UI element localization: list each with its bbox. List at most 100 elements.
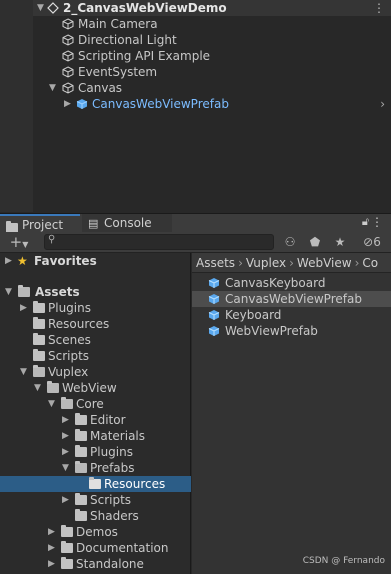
tree-item-documentation[interactable]: ▶ Documentation (0, 540, 191, 556)
expand-arrow-icon[interactable]: ▼ (5, 284, 12, 300)
hierarchy-item-directional-light[interactable]: Directional Light (33, 32, 391, 48)
gameobject-icon (62, 18, 74, 30)
tree-item-plugins[interactable]: ▶ Plugins (0, 300, 191, 316)
hierarchy-item-canvas[interactable]: ▼ Canvas (33, 80, 391, 96)
breadcrumb-item[interactable]: Assets (196, 256, 235, 270)
tree-item-resources-selected[interactable]: Resources (0, 476, 191, 492)
breadcrumb-item[interactable]: Vuplex (246, 256, 286, 270)
asset-item-canvaswebviewprefab[interactable]: CanvasWebViewPrefab (192, 291, 391, 307)
asset-item-keyboard[interactable]: Keyboard (192, 307, 391, 323)
folder-open-icon (33, 365, 45, 377)
gameobject-icon (62, 50, 74, 62)
chevron-right-icon[interactable]: › (380, 96, 385, 112)
collapse-arrow-icon[interactable]: ▶ (5, 253, 12, 269)
star-icon: ★ (17, 254, 28, 268)
scene-row[interactable]: ▼ 2_CanvasWebViewDemo ⋮ (33, 0, 391, 16)
folder-open-icon (61, 397, 73, 409)
tab-project[interactable]: Project (0, 214, 80, 233)
favorites-star-icon[interactable]: ★ (330, 234, 350, 250)
scene-name: 2_CanvasWebViewDemo (63, 1, 227, 15)
tree-favorites[interactable]: ▶ ★ Favorites (0, 253, 191, 269)
search-field[interactable]: ⚲ (44, 234, 274, 250)
hierarchy-item-main-camera[interactable]: Main Camera (33, 16, 391, 32)
chevron-down-icon: ▼ (22, 240, 29, 249)
unity-scene-icon (47, 2, 59, 14)
filter-by-label-icon[interactable]: ⬟ (305, 234, 325, 250)
collapse-arrow-icon[interactable]: ▶ (20, 300, 27, 316)
tree-item-prefabs[interactable]: ▼ Prefabs (0, 460, 191, 476)
tree-item-label: Prefabs (90, 461, 135, 475)
expand-arrow-icon[interactable]: ▼ (37, 0, 44, 16)
tree-item-resources[interactable]: Resources (0, 316, 191, 332)
tree-item-demos[interactable]: ▶ Demos (0, 524, 191, 540)
asset-item-label: CanvasKeyboard (225, 276, 326, 290)
folder-icon (89, 477, 101, 489)
collapse-arrow-icon[interactable]: ▶ (62, 412, 69, 428)
tree-item-label: Standalone (76, 557, 144, 571)
hierarchy-item-label: Canvas (78, 81, 123, 95)
chevron-right-icon: › (238, 256, 243, 270)
expand-arrow-icon[interactable]: ▼ (34, 380, 41, 396)
tab-project-label: Project (22, 218, 64, 232)
gameobject-icon (62, 66, 74, 78)
hierarchy-gutter (0, 0, 33, 212)
tab-console[interactable]: ▤ Console (82, 214, 172, 233)
collapse-arrow-icon[interactable]: ▶ (48, 556, 55, 572)
hierarchy-item-scripting-api-example[interactable]: Scripting API Example (33, 48, 391, 64)
watermark: CSDN @ Fernando (302, 556, 385, 566)
expand-arrow-icon[interactable]: ▼ (20, 364, 27, 380)
asset-item-canvaskeyboard[interactable]: CanvasKeyboard (192, 275, 391, 291)
asset-item-webviewprefab[interactable]: WebViewPrefab (192, 323, 391, 339)
prefab-icon (208, 326, 220, 336)
folder-icon (33, 317, 45, 329)
expand-arrow-icon[interactable]: ▼ (62, 460, 69, 476)
tree-item-scenes[interactable]: Scenes (0, 332, 191, 348)
tree-item-standalone[interactable]: ▶ Standalone (0, 556, 191, 572)
collapse-arrow-icon[interactable]: ▶ (48, 540, 55, 556)
console-icon: ▤ (88, 217, 99, 230)
prefab-icon (208, 310, 220, 320)
asset-item-label: CanvasWebViewPrefab (225, 292, 362, 306)
eye-slash-icon: ⊘ (363, 235, 374, 249)
hierarchy-item-eventsystem[interactable]: EventSystem (33, 64, 391, 80)
collapse-arrow-icon[interactable]: ▶ (62, 428, 69, 444)
add-dropdown-button[interactable]: +▼ (4, 234, 34, 250)
tree-item-core[interactable]: ▼ Core (0, 396, 191, 412)
search-input[interactable] (45, 235, 273, 250)
hierarchy-item-canvaswebviewprefab[interactable]: ▶ CanvasWebViewPrefab › (33, 96, 391, 112)
collapse-arrow-icon[interactable]: ▶ (48, 524, 55, 540)
lock-icon[interactable]: 🔓︎ (362, 215, 369, 229)
collapse-arrow-icon[interactable]: ▶ (62, 492, 69, 508)
folder-icon (75, 445, 87, 457)
breadcrumb-item[interactable]: Co (362, 256, 378, 270)
expand-arrow-icon[interactable]: ▼ (48, 396, 55, 412)
more-menu-icon[interactable]: ⋮ (371, 215, 383, 229)
tree-item-label: Shaders (90, 509, 139, 523)
tree-item-scripts-core[interactable]: ▶ Scripts (0, 492, 191, 508)
hidden-packages-button[interactable]: ⊘6 (355, 234, 389, 250)
tree-item-vuplex[interactable]: ▼ Vuplex (0, 364, 191, 380)
tree-item-plugins-core[interactable]: ▶ Plugins (0, 444, 191, 460)
collapse-arrow-icon[interactable]: ▶ (62, 444, 69, 460)
tree-item-label: Scripts (48, 349, 90, 363)
tree-item-scripts[interactable]: Scripts (0, 348, 191, 364)
scene-menu-icon[interactable]: ⋮ (373, 0, 385, 16)
search-icon: ⚲ (48, 234, 56, 245)
tree-item-label: Resources (48, 317, 110, 331)
collapse-arrow-icon[interactable]: ▶ (64, 96, 71, 112)
folder-icon (61, 525, 73, 537)
tree-item-label: Scenes (48, 333, 91, 347)
filter-by-type-icon[interactable]: ⚇ (280, 234, 300, 250)
tree-item-webview[interactable]: ▼ WebView (0, 380, 191, 396)
expand-arrow-icon[interactable]: ▼ (49, 80, 56, 96)
gameobject-icon (62, 82, 74, 94)
folder-icon (33, 301, 45, 313)
tree-favorites-label: Favorites (34, 254, 97, 268)
add-label: + (9, 233, 23, 251)
breadcrumb-item[interactable]: WebView (297, 256, 352, 270)
tree-item-editor[interactable]: ▶ Editor (0, 412, 191, 428)
hierarchy-item-label: EventSystem (78, 65, 158, 79)
tree-item-materials[interactable]: ▶ Materials (0, 428, 191, 444)
tree-item-shaders[interactable]: Shaders (0, 508, 191, 524)
tree-assets[interactable]: ▼ Assets (0, 284, 191, 300)
